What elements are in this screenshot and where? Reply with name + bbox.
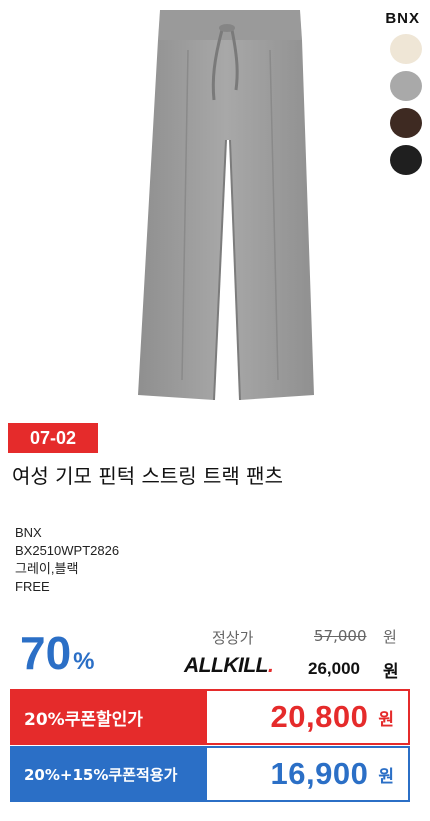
product-title[interactable]: 여성 기모 핀턱 스트링 트랙 팬츠 [12,460,283,489]
double-coupon-price-row[interactable]: 20%+15%쿠폰적용가 16,900 원 [10,746,410,802]
color-swatches [390,34,422,175]
pants-illustration [138,10,314,401]
regular-price-label: 정상가 [212,629,254,647]
discount-number: 70 [20,627,72,679]
swatch-black[interactable] [390,145,422,175]
info-brand: BNX [15,525,42,540]
info-size: FREE [15,579,50,594]
info-code: BX2510WPT2826 [15,543,120,558]
coupon-price-unit: 원 [378,709,394,730]
allkill-logo-dot: . [267,654,274,677]
coupon-label: 20%쿠폰할인가 [12,691,207,743]
double-coupon-price: 16,900 [270,756,369,791]
product-card[interactable]: BNX 07-02 여성 기모 핀턱 스트링 트랙 팬츠 BNX BX2510W… [0,0,430,821]
allkill-price-unit: 원 [383,662,399,682]
coupon-price: 20,800 [270,699,369,734]
regular-price-unit: 원 [383,628,397,646]
coupon-amount: 20,800 원 [207,691,408,743]
discount-rate: 70 % [20,630,95,676]
allkill-logo: ALLKILL. [184,654,274,678]
swatch-gray[interactable] [390,71,422,101]
product-image[interactable]: BNX [0,0,430,420]
brand-logo: BNX [385,10,420,27]
double-coupon-label: 20%+15%쿠폰적용가 [12,748,207,800]
double-coupon-amount: 16,900 원 [207,748,408,800]
swatch-ivory[interactable] [390,34,422,64]
date-tag: 07-02 [8,423,98,453]
regular-price: 57,000 [314,627,367,645]
allkill-logo-text: ALLKILL [184,654,268,677]
info-colors: 그레이,블랙 [15,561,79,576]
discount-unit: % [73,648,95,675]
product-info: BNX BX2510WPT2826 그레이,블랙 FREE [15,524,119,596]
swatch-brown[interactable] [390,108,422,138]
allkill-price: 26,000 [308,659,360,678]
double-coupon-price-unit: 원 [378,766,394,787]
coupon-price-row[interactable]: 20%쿠폰할인가 20,800 원 [10,689,410,745]
